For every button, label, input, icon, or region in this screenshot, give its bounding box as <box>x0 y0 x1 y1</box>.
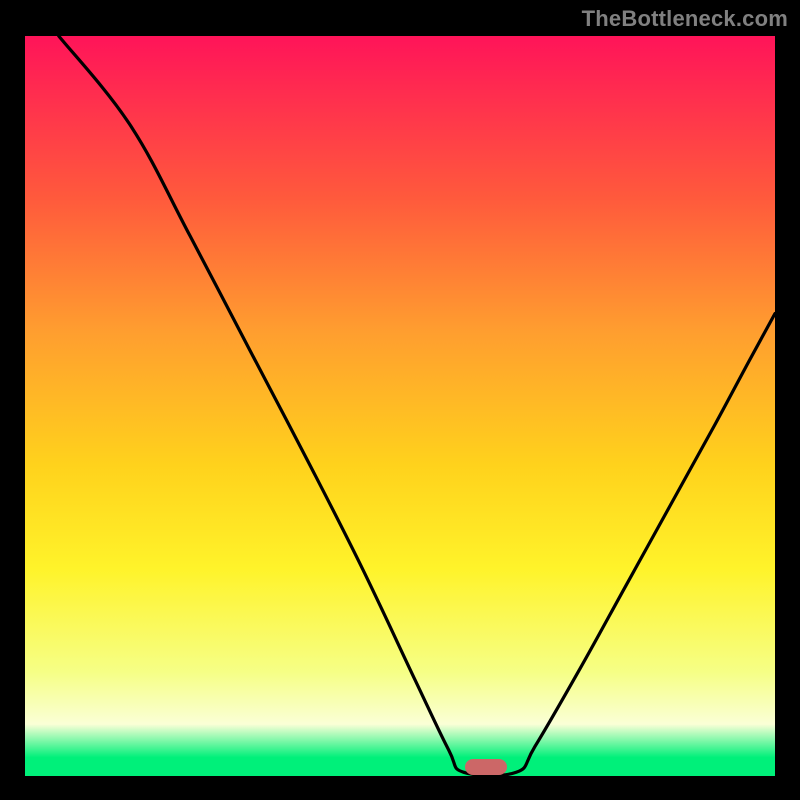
watermark-text: TheBottleneck.com <box>582 6 788 32</box>
figure-stage: TheBottleneck.com <box>0 0 800 800</box>
gradient-rect <box>25 36 775 776</box>
plot-canvas <box>25 36 775 776</box>
plot-frame <box>25 36 775 776</box>
optimal-marker <box>465 759 507 775</box>
